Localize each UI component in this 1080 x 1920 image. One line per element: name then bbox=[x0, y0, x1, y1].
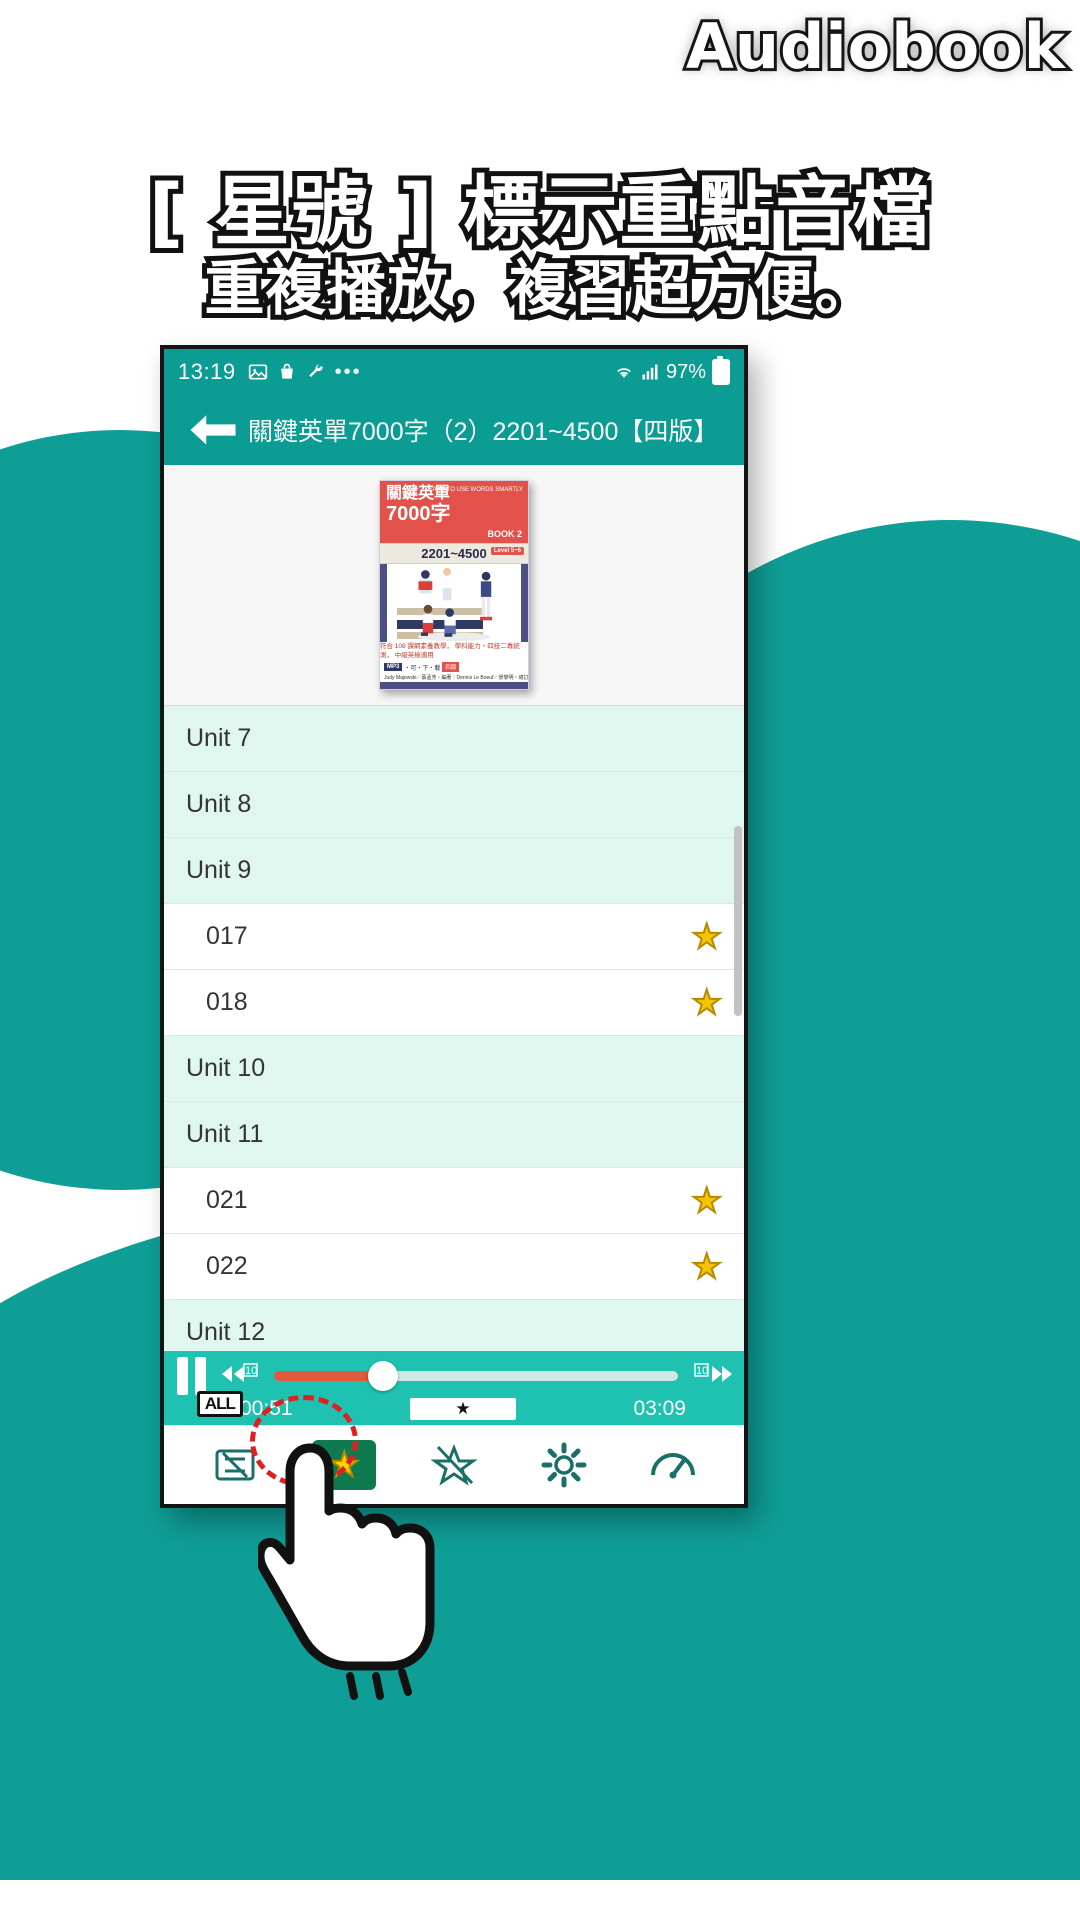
marker-chip[interactable]: ★ bbox=[410, 1398, 516, 1420]
track-star-icon[interactable]: ★ bbox=[690, 983, 723, 1023]
unit-label: Unit 11 bbox=[186, 1120, 264, 1148]
duration-time: 03:09 bbox=[633, 1397, 686, 1420]
book-cover-area: 關鍵英單 7000字 LEARN TO USE WORDS SMARTLY BO… bbox=[164, 465, 744, 706]
book-cover-header: 關鍵英單 7000字 LEARN TO USE WORDS SMARTLY BO… bbox=[380, 481, 528, 543]
book-red-note: 符合 108 課綱素養教學， 學科能力・四技二專統測， 中級英檢適用 bbox=[380, 643, 520, 659]
track-row[interactable]: 017 ★ bbox=[164, 904, 744, 970]
hand-pointer-icon bbox=[258, 1443, 435, 1700]
track-star-icon[interactable]: ★ bbox=[690, 917, 723, 957]
settings-button[interactable] bbox=[532, 1437, 596, 1493]
forward-10-icon[interactable]: 10 bbox=[694, 1360, 734, 1392]
book-authors: Judy Majewski／蔡孟芳・編著｜Dennis Le Boeuf／景黎明… bbox=[384, 675, 529, 681]
battery-icon bbox=[712, 356, 730, 385]
book-range: 2201~4500 bbox=[421, 546, 487, 561]
repeat-shuffle-icon bbox=[215, 1449, 255, 1481]
image-icon bbox=[248, 364, 267, 380]
book-mp3-tags: MP3 ・可・下・載 四版 bbox=[384, 662, 460, 672]
book-title-english: LEARN TO USE WORDS SMARTLY bbox=[425, 487, 523, 493]
track-row[interactable]: 018 ★ bbox=[164, 970, 744, 1036]
seek-thumb[interactable] bbox=[368, 1361, 399, 1391]
book-cover-illustration bbox=[380, 564, 528, 642]
repeat-mode-badge: ALL bbox=[196, 1391, 243, 1417]
track-label: 018 bbox=[206, 988, 248, 1016]
overflow-dots-icon: ••• bbox=[334, 360, 362, 383]
status-notification-icons: ••• bbox=[248, 361, 362, 384]
book-range-band: 2201~4500 Level 5~6 bbox=[380, 543, 528, 564]
rewind-10-icon[interactable]: 10 bbox=[218, 1360, 258, 1392]
edition-tag: 四版 bbox=[442, 662, 460, 672]
unit-header-row[interactable]: Unit 8 bbox=[164, 772, 744, 838]
svg-text:10: 10 bbox=[696, 1365, 708, 1377]
status-bar: 13:19 ••• 97% bbox=[164, 349, 744, 395]
unit-header-row[interactable]: Unit 10 bbox=[164, 1036, 744, 1102]
pause-icon[interactable] bbox=[174, 1357, 208, 1395]
track-star-icon[interactable]: ★ bbox=[690, 1247, 723, 1287]
unit-header-row[interactable]: Unit 9 bbox=[164, 838, 744, 904]
unit-label: Unit 9 bbox=[186, 856, 252, 884]
unit-label: Unit 8 bbox=[186, 790, 252, 818]
svg-text:10: 10 bbox=[245, 1365, 257, 1377]
mp3-sub: ・可・下・載 bbox=[404, 665, 441, 672]
signal-bars-icon bbox=[642, 364, 658, 380]
battery-percent-label: 97% bbox=[665, 360, 706, 383]
book-level-tag: Level 5~6 bbox=[490, 547, 524, 555]
track-label: 022 bbox=[206, 1252, 248, 1280]
seek-progress-fill bbox=[274, 1371, 384, 1381]
unit-label: Unit 7 bbox=[186, 724, 252, 752]
promo-badge: Audiobook bbox=[683, 7, 1068, 86]
wifi-icon bbox=[617, 368, 631, 378]
book-cover-footer: 符合 108 課綱素養教學， 學科能力・四技二專統測， 中級英檢適用 MP3 ・… bbox=[380, 642, 528, 682]
unit-label: Unit 12 bbox=[186, 1318, 266, 1346]
unit-label: Unit 10 bbox=[186, 1054, 266, 1082]
status-right-cluster: 97% bbox=[614, 356, 730, 385]
page-title: 關鍵英單7000字（2）2201~4500【四版】 bbox=[248, 418, 719, 446]
player-controls-row: 10 10 bbox=[174, 1357, 734, 1395]
speed-gauge-icon bbox=[651, 1453, 696, 1479]
seek-slider[interactable] bbox=[274, 1361, 678, 1391]
track-row[interactable]: 021 ★ bbox=[164, 1168, 744, 1234]
unit-header-row[interactable]: Unit 12 bbox=[164, 1300, 744, 1351]
track-row[interactable]: 022 ★ bbox=[164, 1234, 744, 1300]
book-label: BOOK 2 bbox=[487, 529, 522, 539]
promo-headline-line2: 重複播放，複習超方便。 bbox=[200, 249, 880, 329]
book-cover: 關鍵英單 7000字 LEARN TO USE WORDS SMARTLY BO… bbox=[379, 480, 529, 690]
phone-screenshot: 13:19 ••• 97% 關鍵英單7000字（2）2201~4500【四版】 … bbox=[160, 345, 748, 1508]
app-bar: 關鍵英單7000字（2）2201~4500【四版】 bbox=[164, 395, 744, 465]
status-clock: 13:19 bbox=[178, 359, 236, 384]
wrench-icon bbox=[308, 364, 323, 377]
playback-speed-button[interactable] bbox=[641, 1437, 705, 1493]
mp3-tag: MP3 bbox=[384, 663, 403, 671]
track-star-icon[interactable]: ★ bbox=[690, 1181, 723, 1221]
list-scrollbar[interactable] bbox=[734, 826, 742, 1016]
audio-player-bar: 10 10 00:51 ★ 03:09 bbox=[164, 1351, 744, 1425]
unit-header-row[interactable]: Unit 7 bbox=[164, 706, 744, 772]
track-label: 017 bbox=[206, 922, 248, 950]
track-label: 021 bbox=[206, 1186, 248, 1214]
unit-header-row[interactable]: Unit 11 bbox=[164, 1102, 744, 1168]
gear-icon bbox=[541, 1442, 587, 1488]
book-cover-bottom-bar bbox=[380, 682, 528, 689]
audio-track-list[interactable]: Unit 7 Unit 8 Unit 9 017 ★ 018 ★ Unit 10 Unit 11… bbox=[164, 706, 744, 1351]
book-title-number: 7000字 bbox=[386, 502, 451, 525]
illustration-people bbox=[417, 567, 493, 642]
back-arrow-icon[interactable] bbox=[186, 410, 240, 450]
shopping-bag-icon bbox=[280, 363, 293, 379]
